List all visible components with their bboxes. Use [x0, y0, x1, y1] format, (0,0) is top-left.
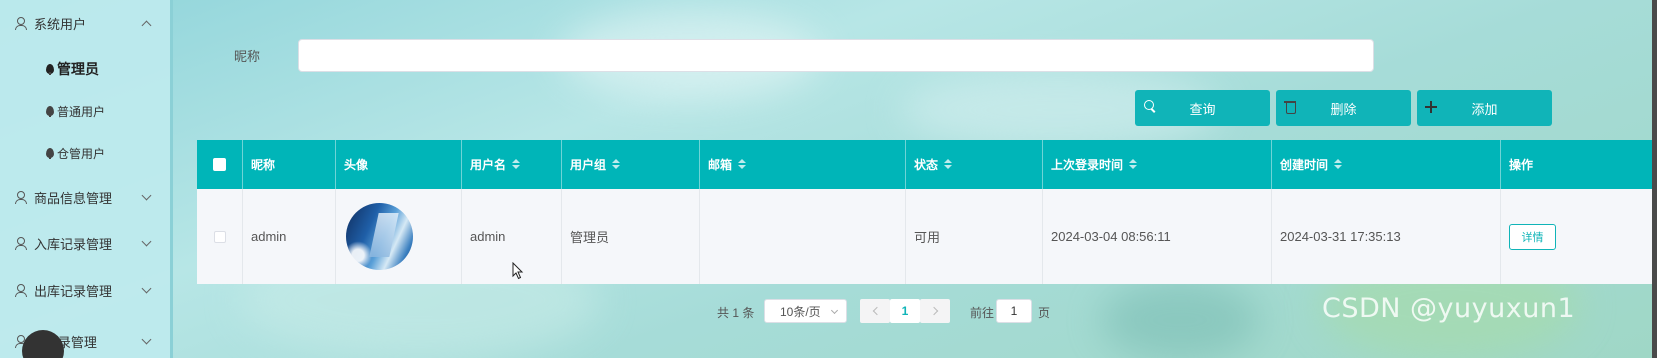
header-actions: 操作	[1501, 140, 1657, 189]
email-cell	[700, 189, 906, 284]
sidebar-item-label: 普通用户	[57, 104, 106, 119]
goto-label: 前往	[970, 306, 995, 320]
header-avatar: 头像	[336, 140, 462, 189]
plus-icon	[1425, 100, 1439, 114]
chevron-right-icon	[929, 306, 938, 316]
chevron-up-icon	[141, 20, 152, 30]
detail-button[interactable]: 详情	[1509, 223, 1556, 250]
select-all-checkbox[interactable]	[213, 158, 226, 171]
watermark: CSDN @yuyuxun1	[1322, 293, 1576, 324]
sidebar-item-label: 仓管用户	[57, 146, 106, 161]
nickname-cell: admin	[243, 189, 336, 284]
chevron-left-icon	[872, 306, 881, 316]
sidebar-item-admin[interactable]: 管理员	[46, 54, 99, 84]
header-label: 状态	[914, 158, 939, 172]
last-login-cell: 2024-03-04 08:56:11	[1043, 189, 1272, 284]
status-cell: 可用	[906, 189, 1043, 284]
header-status[interactable]: 状态	[906, 140, 1043, 189]
header-label: 上次登录时间	[1051, 158, 1124, 172]
row-checkbox[interactable]	[213, 230, 226, 243]
next-page-button[interactable]	[920, 299, 950, 323]
header-label: 头像	[344, 158, 369, 172]
chevron-down-icon	[141, 283, 152, 293]
window-edge	[1652, 0, 1657, 358]
sidebar-item-normal-user[interactable]: 普通用户	[46, 96, 105, 126]
user-icon	[14, 283, 28, 297]
user-icon	[14, 16, 28, 30]
header-label: 用户名	[470, 158, 507, 172]
chevron-down-icon	[141, 236, 152, 246]
header-username[interactable]: 用户名	[462, 140, 562, 189]
header-label: 昵称	[251, 158, 276, 172]
header-label: 创建时间	[1280, 158, 1329, 172]
page-suffix-label: 页	[1038, 306, 1051, 320]
mouse-cursor-icon	[512, 262, 524, 280]
sort-icon[interactable]	[512, 158, 521, 171]
sidebar: 系统用户 管理员 普通用户 仓管用户 商品信息管理 入库记录管理 出库记录管理 …	[0, 0, 173, 358]
header-nickname: 昵称	[243, 140, 336, 189]
sidebar-group-product-info[interactable]: 商品信息管理	[0, 174, 170, 220]
location-pin-icon	[46, 64, 54, 75]
sort-icon[interactable]	[612, 158, 621, 171]
page-size-value: 10条/页	[780, 304, 821, 319]
sort-icon[interactable]	[944, 158, 953, 171]
add-button[interactable]: 添加	[1417, 90, 1552, 126]
sidebar-item-warehouse-user[interactable]: 仓管用户	[46, 138, 105, 168]
header-select-all	[197, 140, 243, 189]
sort-icon[interactable]	[738, 158, 747, 171]
header-created[interactable]: 创建时间	[1272, 140, 1501, 189]
header-label: 邮箱	[708, 158, 733, 172]
page-number-button[interactable]: 1	[890, 299, 920, 323]
avatar-cell	[336, 189, 462, 284]
nickname-search-input[interactable]	[298, 39, 1374, 72]
user-table: 昵称 头像 用户名 用户组 邮箱 状态 上次登录时间 创建时间 操作 admin…	[197, 140, 1657, 284]
sidebar-group-label: 入库记录管理	[34, 236, 113, 252]
sort-icon[interactable]	[1129, 158, 1138, 171]
created-cell: 2024-03-31 17:35:13	[1272, 189, 1501, 284]
sidebar-group-label: 商品信息管理	[34, 190, 113, 206]
page-size-select[interactable]: 10条/页	[764, 299, 847, 323]
sidebar-group-outbound[interactable]: 出库记录管理	[0, 267, 170, 313]
pagination-total: 共 1 条	[717, 306, 755, 320]
query-button-label: 查询	[1189, 101, 1216, 117]
prev-page-button[interactable]	[860, 299, 890, 323]
table-header: 昵称 头像 用户名 用户组 邮箱 状态 上次登录时间 创建时间 操作	[197, 140, 1657, 189]
user-icon	[14, 236, 28, 250]
user-icon	[14, 190, 28, 204]
search-label: 昵称	[234, 49, 261, 64]
sidebar-item-label: 管理员	[57, 61, 99, 77]
location-pin-icon	[46, 148, 54, 159]
add-button-label: 添加	[1471, 101, 1498, 117]
sidebar-group-system-users[interactable]: 系统用户	[0, 0, 170, 46]
chevron-down-icon	[141, 190, 152, 200]
search-icon	[1143, 100, 1157, 114]
header-email[interactable]: 邮箱	[700, 140, 906, 189]
header-label: 用户组	[570, 158, 607, 172]
background-cloud	[1100, 280, 1260, 358]
sidebar-group-inbound[interactable]: 入库记录管理	[0, 220, 170, 266]
sidebar-group-label: 系统用户	[34, 16, 87, 32]
table-row[interactable]: admin admin 管理员 可用 2024-03-04 08:56:11 2…	[197, 189, 1657, 284]
header-label: 操作	[1509, 158, 1534, 172]
chevron-down-icon	[830, 306, 839, 315]
user-group-cell: 管理员	[562, 189, 700, 284]
sort-icon[interactable]	[1334, 158, 1343, 171]
row-select-cell	[197, 189, 243, 284]
location-pin-icon	[46, 106, 54, 117]
delete-button-label: 删除	[1330, 101, 1357, 117]
actions-cell: 详情	[1501, 189, 1657, 284]
query-button[interactable]: 查询	[1135, 90, 1270, 126]
sidebar-group-label: 出库记录管理	[34, 283, 113, 299]
header-last-login[interactable]: 上次登录时间	[1043, 140, 1272, 189]
trash-icon	[1284, 100, 1298, 114]
avatar	[346, 203, 413, 270]
goto-page-input[interactable]	[996, 299, 1032, 323]
chevron-down-icon	[141, 334, 152, 344]
delete-button[interactable]: 删除	[1276, 90, 1411, 126]
header-user-group[interactable]: 用户组	[562, 140, 700, 189]
